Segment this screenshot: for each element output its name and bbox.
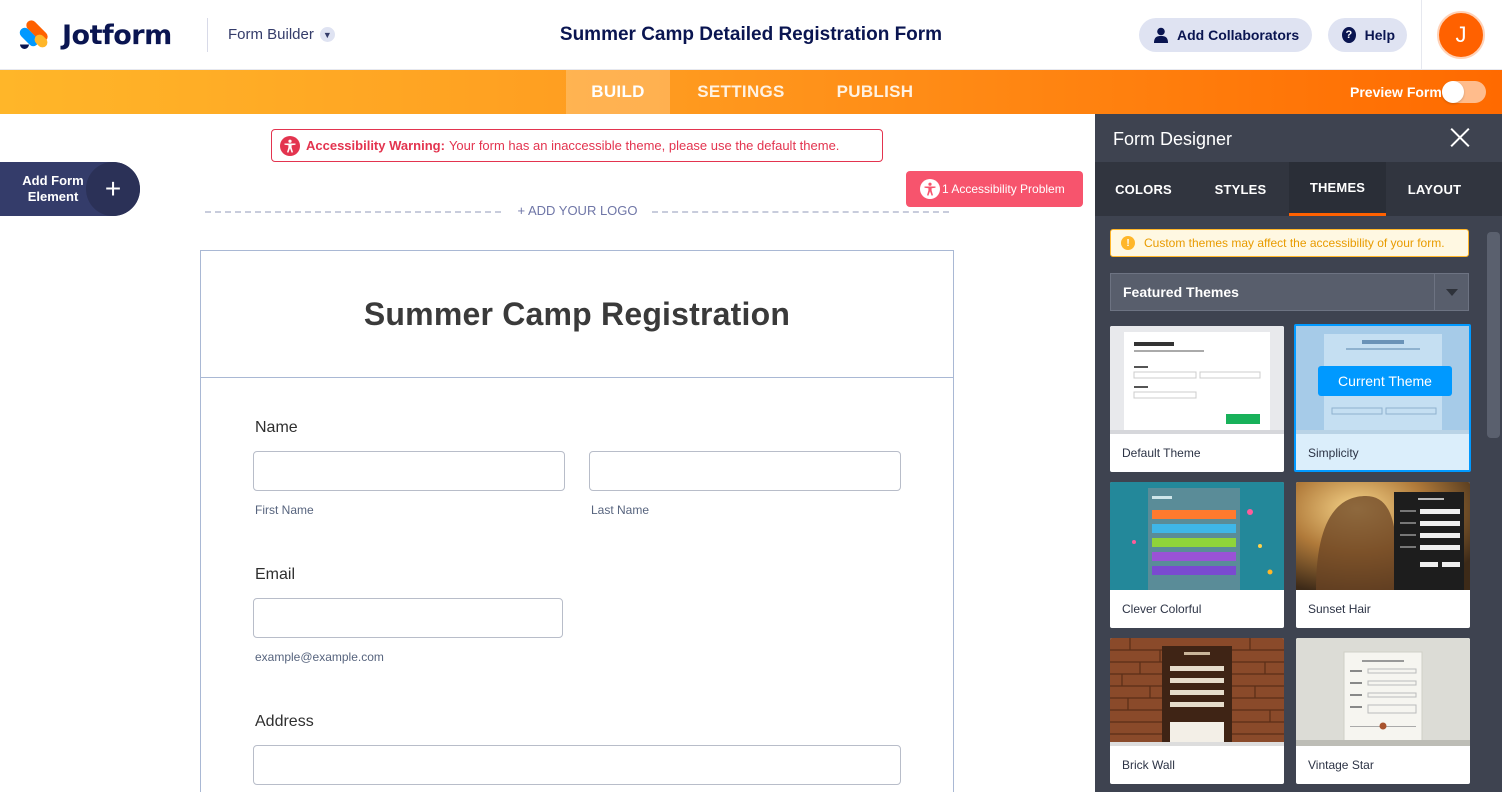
brand-name: Jotform [62,19,172,51]
theme-card-clever-colorful[interactable]: Clever Colorful [1110,482,1284,628]
form-title[interactable]: Summer Camp Detailed Registration Form [560,24,942,45]
name-field-label: Name [255,419,298,436]
question-icon: ? [1342,27,1356,43]
email-field-label: Email [255,566,296,583]
theme-name: Simplicity [1308,446,1359,460]
tab-layout[interactable]: LAYOUT [1386,162,1483,216]
tab-themes[interactable]: THEMES [1289,162,1386,216]
theme-thumbnail [1296,638,1470,746]
warning-title: Accessibility Warning: [306,138,445,153]
add-collaborators-label: Add Collaborators [1177,27,1300,43]
theme-name: Clever Colorful [1122,602,1202,616]
info-icon: ! [1121,236,1135,250]
add-logo-link[interactable]: + ADD YOUR LOGO [510,203,645,218]
theme-card-simplicity[interactable]: Current Theme Simplicity [1294,324,1471,472]
form-designer-panel: Form Designer COLORS STYLES THEMES LAYOU… [1095,114,1502,792]
help-button[interactable]: ? Help [1328,18,1407,52]
theme-category-value: Featured Themes [1123,284,1239,300]
preview-form-toggle[interactable] [1442,81,1486,103]
last-name-sublabel: Last Name [591,503,650,517]
tab-colors[interactable]: COLORS [1095,162,1192,216]
jotform-logo-icon [17,18,50,52]
designer-tabs: COLORS STYLES THEMES LAYOUT [1095,162,1502,216]
accessibility-icon [920,179,940,199]
last-name-input[interactable] [589,451,901,491]
tab-settings[interactable]: SETTINGS [680,70,802,114]
add-form-element-label: Add Form Element [22,173,84,204]
form-card: Summer Camp Registration Name First Name… [200,250,954,792]
panel-scrollbar[interactable] [1487,232,1500,438]
theme-card-default[interactable]: Default Theme [1110,326,1284,472]
theme-name: Default Theme [1122,446,1201,460]
jotform-logo[interactable]: Jotform [17,18,172,52]
logo-divider-left [205,211,501,213]
theme-thumbnail [1110,326,1284,434]
warning-text: Your form has an inaccessible theme, ple… [448,138,840,153]
top-header: Jotform Form Builder ▼ Summer Camp Detai… [0,0,1502,70]
user-icon [1153,27,1169,43]
theme-card-brick-wall[interactable]: Brick Wall [1110,638,1284,784]
avatar[interactable]: J [1437,11,1485,59]
theme-thumbnail [1110,638,1284,746]
dropdown-arrow-icon [1434,274,1468,310]
accessibility-icon [280,135,300,156]
preview-form-label: Preview Form [1350,84,1442,100]
theme-name: Brick Wall [1122,758,1175,772]
form-heading: Summer Camp Registration [363,295,791,332]
current-theme-badge: Current Theme [1318,366,1452,396]
form-header[interactable]: Summer Camp Registration [201,251,953,378]
notice-text: Custom themes may affect the accessibili… [1144,236,1445,250]
designer-title: Form Designer [1113,129,1233,149]
plus-icon: + [86,162,140,216]
form-builder-menu[interactable]: Form Builder ▼ [228,26,335,43]
accessibility-problem-label: 1 Accessibility Problem [942,182,1065,196]
first-name-sublabel: First Name [255,503,314,517]
designer-header: Form Designer [1095,114,1502,162]
theme-card-vintage-star[interactable]: Vintage Star [1296,638,1470,784]
tab-styles[interactable]: STYLES [1192,162,1289,216]
toggle-knob [1442,81,1464,103]
email-input[interactable] [253,598,563,638]
add-collaborators-button[interactable]: Add Collaborators [1139,18,1312,52]
add-form-element-button[interactable]: Add Form Element + [0,162,140,216]
tab-build[interactable]: BUILD [566,70,670,114]
builder-nav: BUILD SETTINGS PUBLISH Preview Form [0,70,1502,114]
accessibility-warning: Accessibility Warning: Your form has an … [271,129,883,162]
email-sublabel: example@example.com [255,650,384,664]
theme-thumbnail [1296,482,1470,590]
header-divider [207,18,208,52]
tab-publish[interactable]: PUBLISH [822,70,928,114]
theme-card-sunset-hair[interactable]: Sunset Hair [1296,482,1470,628]
logo-divider-right [652,211,949,213]
accessibility-problem-button[interactable]: 1 Accessibility Problem [906,171,1083,207]
close-icon[interactable] [1449,126,1471,148]
form-builder-label: Form Builder [228,26,314,43]
help-label: Help [1364,27,1395,43]
address-input[interactable] [253,745,901,785]
theme-name: Vintage Star [1308,758,1374,772]
theme-name: Sunset Hair [1308,602,1371,616]
theme-thumbnail [1110,482,1284,590]
chevron-down-icon: ▼ [319,27,335,42]
theme-category-select[interactable]: Featured Themes [1110,273,1469,311]
first-name-input[interactable] [253,451,565,491]
header-divider-right [1421,0,1422,70]
themes-accessibility-notice: ! Custom themes may affect the accessibi… [1110,229,1469,257]
address-field-label: Address [255,713,314,730]
